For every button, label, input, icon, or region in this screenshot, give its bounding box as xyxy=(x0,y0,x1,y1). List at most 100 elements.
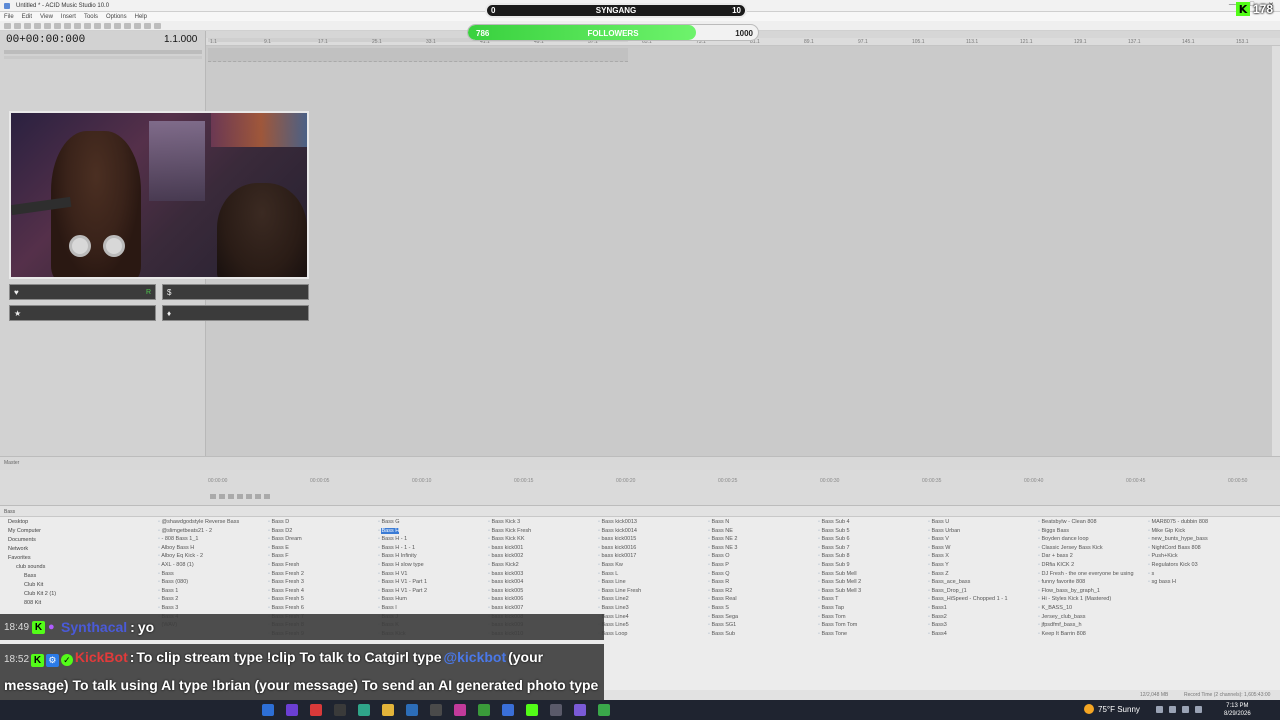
tree-folder-item[interactable]: Club Kit 2 (1) xyxy=(2,590,152,599)
file-item[interactable]: Bass Kick Fresh xyxy=(488,527,596,536)
acid-icon[interactable] xyxy=(598,704,610,716)
file-item[interactable]: Bass Fresh 4 xyxy=(268,587,376,596)
app-icon[interactable] xyxy=(574,704,586,716)
rewind-icon[interactable] xyxy=(228,494,234,499)
file-item[interactable]: bass kick0017 xyxy=(598,552,706,561)
file-item[interactable]: Bass Tone xyxy=(818,630,926,639)
file-item[interactable]: Bass Loop xyxy=(598,630,706,639)
chrome-icon[interactable] xyxy=(310,704,322,716)
pause-icon[interactable] xyxy=(246,494,252,499)
file-item[interactable]: Bass Urban xyxy=(928,527,1036,536)
volume-icon[interactable] xyxy=(1182,706,1189,713)
key-slider[interactable] xyxy=(4,56,202,59)
file-item[interactable]: Bass Fresh 5 xyxy=(268,595,376,604)
chevron-up-icon[interactable] xyxy=(1156,706,1163,713)
undo-icon[interactable] xyxy=(84,22,91,29)
file-item[interactable]: Bass Sub 9 xyxy=(818,561,926,570)
file-item[interactable]: Bass3 xyxy=(928,621,1036,630)
file-item[interactable]: Bass Fresh 3 xyxy=(268,578,376,587)
file-item[interactable]: Bass Kick 3 xyxy=(488,518,596,527)
file-item[interactable]: Mike Gip Kick xyxy=(1148,527,1256,536)
tree-folder-item[interactable]: club sounds xyxy=(2,563,152,572)
file-item[interactable]: funny favorite 808 xyxy=(1038,578,1146,587)
taskbar-clock[interactable]: 7:13 PM 8/29/2026 xyxy=(1224,702,1251,718)
file-item[interactable]: NightCord Bass 808 xyxy=(1148,544,1256,553)
play-icon[interactable] xyxy=(237,494,243,499)
fast-forward-icon[interactable] xyxy=(264,494,270,499)
file-item[interactable]: Bass 2 xyxy=(158,595,266,604)
tree-folder-item[interactable]: Documents xyxy=(2,536,152,545)
file-item[interactable]: Bass X xyxy=(928,552,1036,561)
tree-folder-item[interactable]: My Computer xyxy=(2,527,152,536)
file-item[interactable]: Bass Fresh xyxy=(268,561,376,570)
obs-icon[interactable] xyxy=(550,704,562,716)
file-item[interactable]: Bass2 xyxy=(928,613,1036,622)
file-item[interactable]: - 808 Bass 1_1 xyxy=(158,535,266,544)
settings-icon[interactable] xyxy=(406,704,418,716)
menu-file[interactable]: File xyxy=(4,14,14,20)
chat-username[interactable]: Synthacal xyxy=(61,619,127,635)
cut-icon[interactable] xyxy=(54,22,61,29)
file-item[interactable]: Bass G xyxy=(378,518,486,527)
file-item[interactable]: Bass I xyxy=(378,604,486,613)
menu-options[interactable]: Options xyxy=(106,14,127,20)
file-item[interactable]: Alboy Bass H xyxy=(158,544,266,553)
file-item[interactable]: Bass D xyxy=(268,518,376,527)
file-item[interactable]: Bass Line4 xyxy=(598,613,706,622)
file-item[interactable]: Bass Line3 xyxy=(598,604,706,613)
file-item[interactable]: Bass S xyxy=(708,604,816,613)
file-item[interactable]: Bass Sub 6 xyxy=(818,535,926,544)
file-item[interactable]: bass kick005 xyxy=(488,587,596,596)
kick-app-icon[interactable] xyxy=(526,704,538,716)
file-item[interactable]: sg bass H xyxy=(1148,578,1256,587)
file-item[interactable]: Bass1 xyxy=(928,604,1036,613)
tree-folder-item[interactable]: 808 Kit xyxy=(2,599,152,608)
file-item[interactable]: Beatsbylw - Clean 808 xyxy=(1038,518,1146,527)
file-item[interactable]: Bass H - 1 - 1 xyxy=(378,544,486,553)
file-item[interactable]: Bass Sub Mell 3 xyxy=(818,587,926,596)
file-item[interactable]: Bass F xyxy=(268,552,376,561)
file-item[interactable]: Bass Sub 4 xyxy=(818,518,926,527)
terminal-icon[interactable] xyxy=(334,704,346,716)
file-item[interactable]: Bass Line Fresh xyxy=(598,587,706,596)
file-item[interactable]: Bass Sub Mell 2 xyxy=(818,578,926,587)
file-item[interactable]: Bass4 xyxy=(928,630,1036,639)
file-item[interactable]: Bass Real xyxy=(708,595,816,604)
file-item[interactable]: Hi - Styles Kick 1 (Mastered) xyxy=(1038,595,1146,604)
file-item[interactable]: bass kick0016 xyxy=(598,544,706,553)
copy-icon[interactable] xyxy=(64,22,71,29)
erase-tool-icon[interactable] xyxy=(134,22,141,29)
file-explorer-icon[interactable] xyxy=(382,704,394,716)
file-item[interactable]: Bass_HiSpeed - Chopped 1 - 1 xyxy=(928,595,1036,604)
file-item[interactable]: Dar + bass 2 xyxy=(1038,552,1146,561)
tree-folder-item[interactable]: Club Kit xyxy=(2,581,152,590)
open-icon[interactable] xyxy=(14,22,21,29)
file-item[interactable]: DRfia KICK 2 xyxy=(1038,561,1146,570)
zoom-tool-icon[interactable] xyxy=(154,22,161,29)
file-item[interactable]: Bass_Drop_(1 xyxy=(928,587,1036,596)
minimize-button[interactable]: — xyxy=(1229,1,1236,9)
file-item[interactable]: Bass R xyxy=(708,578,816,587)
file-item[interactable]: bass kick003 xyxy=(488,570,596,579)
file-item[interactable]: Bass Tom xyxy=(818,613,926,622)
app-icon[interactable] xyxy=(430,704,442,716)
file-item[interactable]: Bass E xyxy=(268,544,376,553)
file-item[interactable]: MAR8075 - dubbin 808 xyxy=(1148,518,1256,527)
file-item[interactable]: AXL - 808 (1) xyxy=(158,561,266,570)
file-item[interactable]: Bass SG1 xyxy=(708,621,816,630)
file-item[interactable]: Bass T xyxy=(818,595,926,604)
file-item[interactable]: Bass NE 2 xyxy=(708,535,816,544)
record-icon[interactable] xyxy=(210,494,216,499)
file-item[interactable]: Bass kick0013 xyxy=(598,518,706,527)
file-item[interactable]: jfpsdfmf_bass_h xyxy=(1038,621,1146,630)
select-tool-icon[interactable] xyxy=(114,22,121,29)
menu-insert[interactable]: Insert xyxy=(61,14,76,20)
file-item[interactable]: Bass Line2 xyxy=(598,595,706,604)
paste-icon[interactable] xyxy=(74,22,81,29)
file-item[interactable]: Bass kick0014 xyxy=(598,527,706,536)
redo-icon[interactable] xyxy=(94,22,101,29)
file-item[interactable]: Alboy Eq Kick - 2 xyxy=(158,552,266,561)
vscode-icon[interactable] xyxy=(262,704,274,716)
file-item[interactable]: Bass V xyxy=(928,535,1036,544)
file-item[interactable]: Bass H - 1 xyxy=(378,535,486,544)
